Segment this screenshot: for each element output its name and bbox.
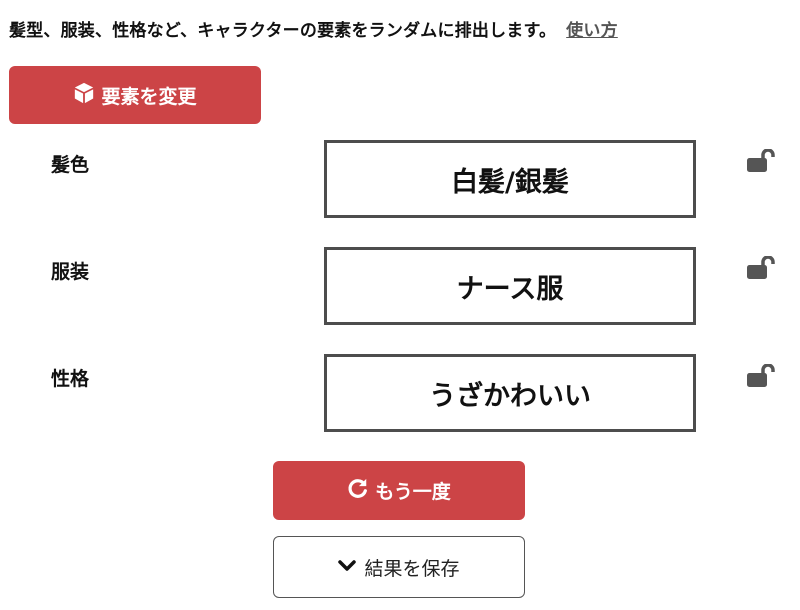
element-label-outfit: 服装 [51, 261, 90, 283]
intro-text-row: 髪型、服装、性格など、キャラクターの要素をランダムに排出します。 使い方 [9, 16, 618, 41]
unlock-icon[interactable] [746, 363, 776, 388]
retry-button[interactable]: もう一度 [273, 461, 525, 520]
save-results-button[interactable]: 結果を保存 [273, 536, 525, 598]
change-elements-button[interactable]: 要素を変更 [9, 66, 261, 124]
how-to-use-link[interactable]: 使い方 [566, 21, 618, 41]
element-label-hair-color: 髪色 [51, 154, 90, 176]
intro-description: 髪型、服装、性格など、キャラクターの要素をランダムに排出します。 [9, 21, 557, 41]
unlock-icon[interactable] [746, 255, 776, 280]
redo-icon [347, 477, 375, 504]
chevron-down-icon [338, 556, 364, 578]
retry-label: もう一度 [375, 481, 451, 503]
save-results-label: 結果を保存 [364, 557, 460, 580]
element-value-outfit: ナース服 [324, 247, 696, 325]
element-label-personality: 性格 [51, 368, 90, 390]
element-value-hair-color: 白髪/銀髪 [324, 140, 696, 218]
cube-icon [73, 82, 101, 109]
unlock-icon[interactable] [746, 148, 776, 173]
change-elements-label: 要素を変更 [101, 85, 197, 108]
element-value-personality: うざかわいい [324, 354, 696, 432]
